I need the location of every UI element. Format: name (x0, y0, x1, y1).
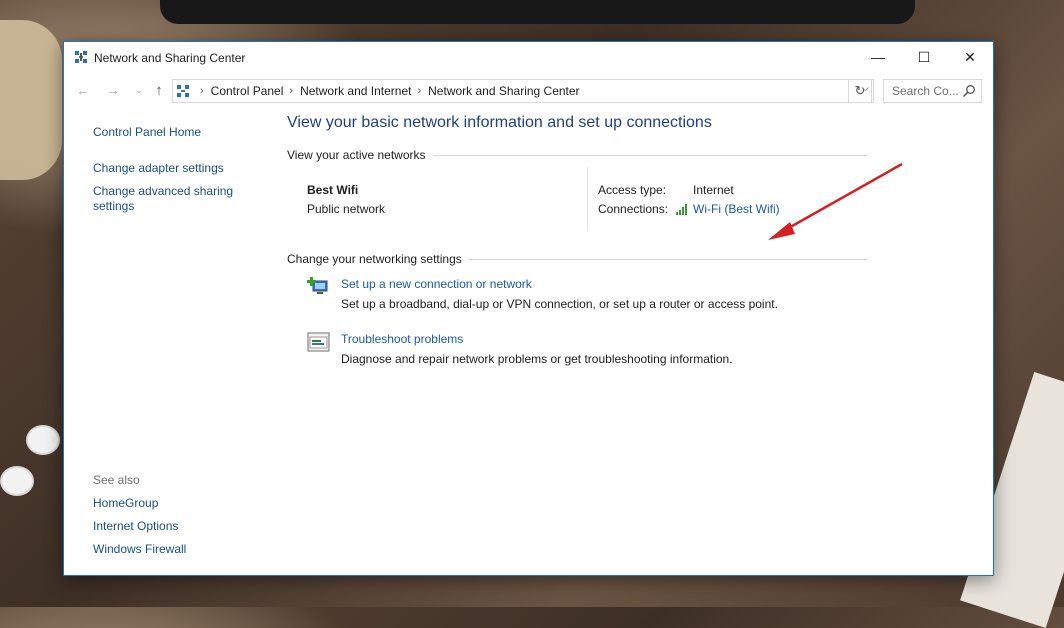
breadcrumb-control-panel[interactable]: Control Panel (211, 84, 284, 98)
see-also-windows-firewall[interactable]: Windows Firewall (93, 542, 186, 556)
sidebar-item-change-adapter-settings[interactable]: Change adapter settings (93, 161, 224, 175)
network-name: Best Wifi (307, 183, 359, 197)
troubleshoot-icon (307, 332, 330, 352)
earbud (0, 466, 34, 496)
see-also-internet-options[interactable]: Internet Options (93, 519, 178, 533)
sidebar-item-change-advanced-sharing-settings[interactable]: Change advanced sharing settings (93, 184, 243, 214)
up-arrow-icon[interactable]: ↑ (148, 80, 170, 100)
maximize-button[interactable]: ☐ (901, 42, 947, 72)
breadcrumb-network-sharing-center[interactable]: Network and Sharing Center (428, 84, 579, 98)
access-type-value: Internet (693, 183, 734, 197)
recent-locations-chevron-icon[interactable]: ⌄ (128, 80, 150, 100)
active-networks-heading: View your active networks (287, 148, 426, 162)
access-type-label: Access type: (598, 183, 667, 197)
back-arrow-icon[interactable]: ← (72, 80, 94, 100)
divider (468, 258, 867, 260)
see-also-homegroup[interactable]: HomeGroup (93, 496, 158, 510)
refresh-icon[interactable]: ↻ (848, 79, 872, 103)
wifi-signal-icon (676, 204, 687, 215)
setup-new-connection-description: Set up a broadband, dial-up or VPN conne… (341, 297, 778, 311)
laptop-edge (160, 0, 915, 24)
coffee-cup (0, 20, 62, 180)
troubleshoot-problems-link[interactable]: Troubleshoot problems (341, 332, 463, 346)
search-input[interactable]: Search Co... (883, 79, 982, 103)
network-setup-icon (307, 277, 328, 294)
networking-settings-heading: Change your networking settings (287, 252, 462, 266)
vertical-divider (587, 167, 588, 231)
address-bar[interactable]: › Control Panel › Network and Internet ›… (172, 79, 874, 103)
network-type: Public network (307, 202, 386, 216)
connections-label: Connections: (598, 202, 669, 216)
network-sharing-center-window: Network and Sharing Center — ☐ ✕ ← → ⌄ ↑… (63, 41, 994, 576)
networking-settings-section-header: Change your networking settings (287, 251, 867, 267)
see-also-heading: See also (93, 473, 140, 487)
earbud (26, 425, 60, 455)
navigation-bar: ← → ⌄ ↑ › Control Panel › Network and In… (64, 72, 993, 108)
minimize-button[interactable]: — (855, 42, 901, 72)
search-icon (962, 85, 975, 98)
breadcrumb-network-and-internet[interactable]: Network and Internet (300, 84, 411, 98)
forward-arrow-icon[interactable]: → (102, 80, 124, 100)
title-bar: Network and Sharing Center — ☐ ✕ (64, 42, 993, 72)
chevron-right-icon[interactable]: › (289, 85, 293, 97)
page-title: View your basic network information and … (287, 114, 712, 131)
divider (432, 154, 867, 156)
red-arrow-annotation (768, 162, 903, 240)
control-panel-icon (177, 85, 189, 97)
setup-new-connection-link[interactable]: Set up a new connection or network (341, 277, 532, 291)
sidebar-item-control-panel-home[interactable]: Control Panel Home (93, 125, 201, 139)
chevron-right-icon[interactable]: › (417, 85, 421, 97)
close-button[interactable]: ✕ (947, 42, 993, 72)
chevron-right-icon: › (200, 85, 204, 97)
network-center-icon (75, 51, 87, 63)
window-title: Network and Sharing Center (94, 51, 246, 65)
search-placeholder: Search Co... (892, 84, 959, 98)
troubleshoot-problems-description: Diagnose and repair network problems or … (341, 352, 733, 366)
